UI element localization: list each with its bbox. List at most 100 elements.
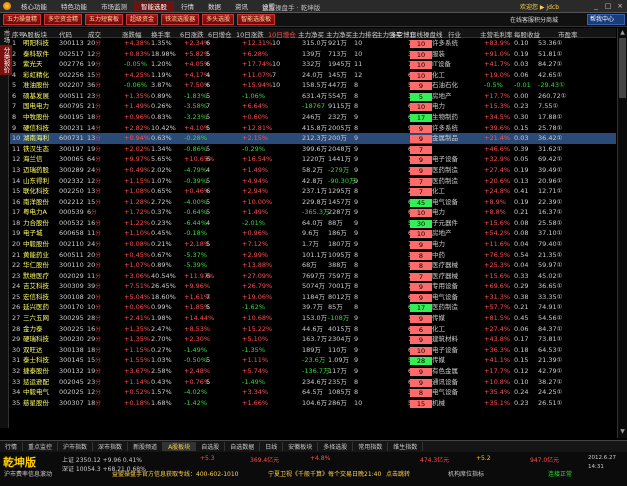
table-row[interactable]: 29 硬瑞科技 300230 +1.35% 2.70% +2.30% +5.10% 163.7…	[10, 334, 616, 345]
scroll-down-icon[interactable]: ▼	[619, 428, 626, 436]
bottom-tab[interactable]: 安徽板块	[283, 442, 319, 451]
ticker-jump-link[interactable]: 点击跳转	[386, 469, 410, 478]
menu-item-news[interactable]: 资讯	[228, 1, 255, 11]
bottom-tab[interactable]: 维生指数	[388, 442, 424, 451]
volume-unit: 分	[95, 316, 101, 323]
table-row[interactable]: 14 山东得利 002332 +1.15% 1.07% -0.39% 5 +4.94% 42.8…	[10, 176, 616, 187]
toolbar-button-duokong[interactable]: 多空资金精	[44, 14, 83, 25]
table-row[interactable]: 33 惩运逊配 002045 +1.14% 0.43% +0.76% 5 -1.49% 234.…	[10, 377, 616, 388]
table-row[interactable]: 9 硬信科技 300231 +2.82% 10.42% +4.10% 5 +12.81% 415…	[10, 123, 616, 134]
table-row[interactable]: 22 华仁股份 300110 +1.07% 0.89% -5.39% +13.88% 68万 3…	[10, 260, 616, 271]
change-pct: +0.96%	[124, 113, 151, 122]
menu-item-data[interactable]: 数据	[201, 1, 228, 11]
scrollbar-thumb[interactable]	[619, 38, 626, 98]
change-pct: +1.08%	[124, 187, 151, 196]
turnover-rate: 0.37%	[151, 208, 172, 217]
table-row[interactable]: 11 铁汉生态 300197 +2.02% 1.34% -0.86% 5 -0.29% 399.…	[10, 144, 616, 155]
customer-service-link[interactable]: 在线客服	[510, 15, 534, 24]
table-row[interactable]: 12 海兰信 300065 +9.97% 5.65% +10.65% 6 +16.54% 122…	[10, 154, 616, 165]
eps: 0.03	[514, 60, 529, 69]
row-index: 17	[12, 208, 21, 217]
ten-day-change: +17.74%	[242, 60, 273, 69]
menu-item-core[interactable]: 核心功能	[14, 1, 54, 11]
eps: 0.19	[514, 197, 529, 206]
table-row[interactable]: 5 准油股份 002207 -0.06% 3.87% +7.50% 6 +15.94% 10 15…	[10, 80, 616, 91]
industry: 服装	[432, 49, 445, 58]
ticker-institution[interactable]: 机构席位指标	[448, 469, 484, 478]
bottom-tab[interactable]: A股板块	[163, 442, 197, 451]
table-row[interactable]: 30 双旺达 300138 +1.15% 0.27% -1.49% -1.35% 189万 11…	[10, 345, 616, 356]
ticker-fee-info[interactable]: 沪市费率信息滚动	[4, 469, 52, 478]
table-row[interactable]: 4 彩虹精化 002256 +4.25% 1.19% +4.17% 4 +11.07% 7 24.…	[10, 70, 616, 81]
gross-margin: -0.5%	[484, 81, 503, 90]
table-row[interactable]: 13 迈瑞药股 300289 +0.49% 2.02% -4.79% 4 +1.49% 58.2…	[10, 165, 616, 176]
scroll-up-icon[interactable]: ▲	[619, 29, 626, 37]
menu-item-quotes[interactable]: 行情	[174, 1, 201, 11]
table-row[interactable]: 8 中牧股份 600195 +0.96% 0.83% -3.23% 5 +0.60% 246万 2…	[10, 112, 616, 123]
ticker-tv-program[interactable]: 宁夏卫视《千般千算》每个交易日晚21:40	[268, 469, 381, 478]
table-row[interactable]: 17 粤电力A 000539 +1.72% 0.37% -0.64% 5 +1.49% -365…	[10, 207, 616, 218]
bottom-tab[interactable]: 深市指数	[93, 442, 129, 451]
table-row[interactable]: 18 力合股份 000532 +1.22% 0.23% -6.44% 4 -2.01% 64.0…	[10, 218, 616, 229]
table-row[interactable]: 26 延兴医药 300170 +0.06% 0.99% +1.85% 5 -1.62% 39.7…	[10, 302, 616, 313]
stock-name: 力合股份	[23, 218, 49, 227]
main-net-buy: 234.6万	[302, 377, 328, 386]
vertical-scrollbar[interactable]: ▲ ▼	[617, 28, 627, 438]
table-row[interactable]: 28 金力泰 300225 +1.35% 2.47% +8.53% +15.22% 44.6万…	[10, 324, 616, 335]
bottom-tab[interactable]: 日线	[260, 442, 284, 451]
daily-line-value: 9	[410, 293, 432, 302]
user-greeting[interactable]: 欢迎您 ▶ jdcb	[520, 2, 559, 11]
turnover-rate: 1.35%	[151, 39, 172, 47]
table-row[interactable]: 10 湖南海利 600731 +0.94% 0.63% -0.28% +2.15% 212.3…	[10, 133, 616, 144]
bottom-tab[interactable]: 多择选股	[318, 442, 354, 451]
table-row[interactable]: 1 明阳科技 300113 +4.38% 1.35% +2.34% 6 +12.31% 10 31…	[10, 38, 616, 49]
table-row[interactable]: 21 黄能药业 600511 +0.45% 0.67% -5.37% +2.99% 101.1…	[10, 250, 616, 261]
minimize-icon[interactable]: _	[591, 1, 601, 11]
bottom-tab[interactable]: 常用指数	[353, 442, 389, 451]
quote-table: 序号 A股板块 代码 成交 涨跌幅 换手率 6日涨跌 6日增仓 10日涨跌 10…	[10, 28, 616, 438]
table-row[interactable]: 20 中毅股份 002110 +0.08% 0.21% +2.18% 5 +7.12% 1.7万…	[10, 239, 616, 250]
table-row[interactable]: 16 南洋股份 002212 +1.28% 2.72% -4.00% 5 +10.00% 229…	[10, 197, 616, 208]
table-row[interactable]: 25 宏信科技 300108 +5.04% 18.60% +1.61% 7 +19.06% 11…	[10, 292, 616, 303]
ticker-hotline[interactable]: 益盟操盘手官方信息获取专线：400-602-1010	[112, 469, 239, 478]
table-row[interactable]: 35 慈星股份 300307 +0.18% 1.68% -1.42% +1.66% 104.6…	[10, 398, 616, 409]
bottom-tab[interactable]: 自选数据	[225, 442, 261, 451]
toolbar-button-super-fund[interactable]: 超级资金	[126, 14, 159, 25]
row-index: 25	[12, 292, 21, 301]
points-mall-link[interactable]: 积分商城	[534, 15, 558, 24]
table-row[interactable]: 6 硕基发展 000511 +1.35% 0.89% -1.83% 5 -1.06% 631.4…	[10, 91, 616, 102]
help-center-select[interactable]: 帮我中心	[587, 14, 625, 25]
gross-margin: +31.3%	[484, 292, 511, 301]
table-row[interactable]: 7 国电电力 600795 +1.49% 0.26% -3.58% 7 +6.64% -1876…	[10, 101, 616, 112]
table-row[interactable]: 34 中毅电气 002025 +0.52% 1.57% -4.02% +3.34% 64.5万…	[10, 387, 616, 398]
bottom-tab[interactable]: 新股频道	[128, 442, 164, 451]
bottom-tab[interactable]: 自选股	[196, 442, 226, 451]
volume: 19分	[87, 145, 101, 154]
toolbar-button-short[interactable]: 五力短套板	[85, 14, 124, 25]
menu-item-features[interactable]: 特色功能	[54, 1, 94, 11]
table-row[interactable]: 15 联化科技 002250 +1.08% 0.65% +0.46% 6 +2.94% 237.…	[10, 186, 616, 197]
maximize-icon[interactable]: □	[603, 1, 613, 11]
bottom-tab[interactable]: 重点监控	[23, 442, 59, 451]
pe-ratio: 36.65①	[538, 282, 563, 291]
toolbar-button-wuli[interactable]: 五力操盘精	[3, 14, 42, 25]
table-row[interactable]: 2 泰科软件 002517 +0.83% 18.98% +5.82% 5 +6.28% 139万…	[10, 49, 616, 60]
toolbar-button-smart-board[interactable]: 智能选股板	[237, 14, 276, 25]
table-row[interactable]: 32 捷泰股份 300132 +3.67% 2.58% +2.48% +5.74% -136.…	[10, 366, 616, 377]
bottom-tab[interactable]: 行情	[0, 442, 24, 451]
table-row[interactable]: 24 吉艾科技 300309 +7.51% 26.45% +9.96% +26.79% 507…	[10, 281, 616, 292]
turnover-rate: 0.27%	[151, 345, 172, 354]
table-row[interactable]: 19 电子城 600658 +1.10% 0.45% -0.18% +0.96% 9.6万 18…	[10, 228, 616, 239]
toolbar-button-tieliu[interactable]: 铁流选股器	[161, 14, 200, 25]
table-row[interactable]: 27 三六五网 300295 +2.41% 1.98% +14.44% +10.68% 153…	[10, 313, 616, 324]
industry: 传媒	[432, 314, 445, 323]
table-row[interactable]: 23 默维医疗 002029 +3.06% 40.54% +11.97% 6 +27.09% 7…	[10, 271, 616, 282]
table-row[interactable]: 3 紫光天 002776 -0.05% 1.20% +4.05% 6 +17.74% 10 332…	[10, 59, 616, 70]
close-icon[interactable]: ×	[615, 1, 625, 11]
menu-item-market-monitor[interactable]: 市场监测	[94, 1, 134, 11]
toolbar-button-duotou[interactable]: 多头选股	[202, 14, 235, 25]
table-row[interactable]: 31 泰士科技 300145 +1.55% 1.03% -0.50% 5 +1.11% -23.…	[10, 355, 616, 366]
main-net-buy-2: 110万	[328, 345, 347, 354]
bottom-tab[interactable]: 沪市指数	[58, 442, 94, 451]
menu-item-smart-pick[interactable]: 智能选股	[134, 1, 174, 11]
